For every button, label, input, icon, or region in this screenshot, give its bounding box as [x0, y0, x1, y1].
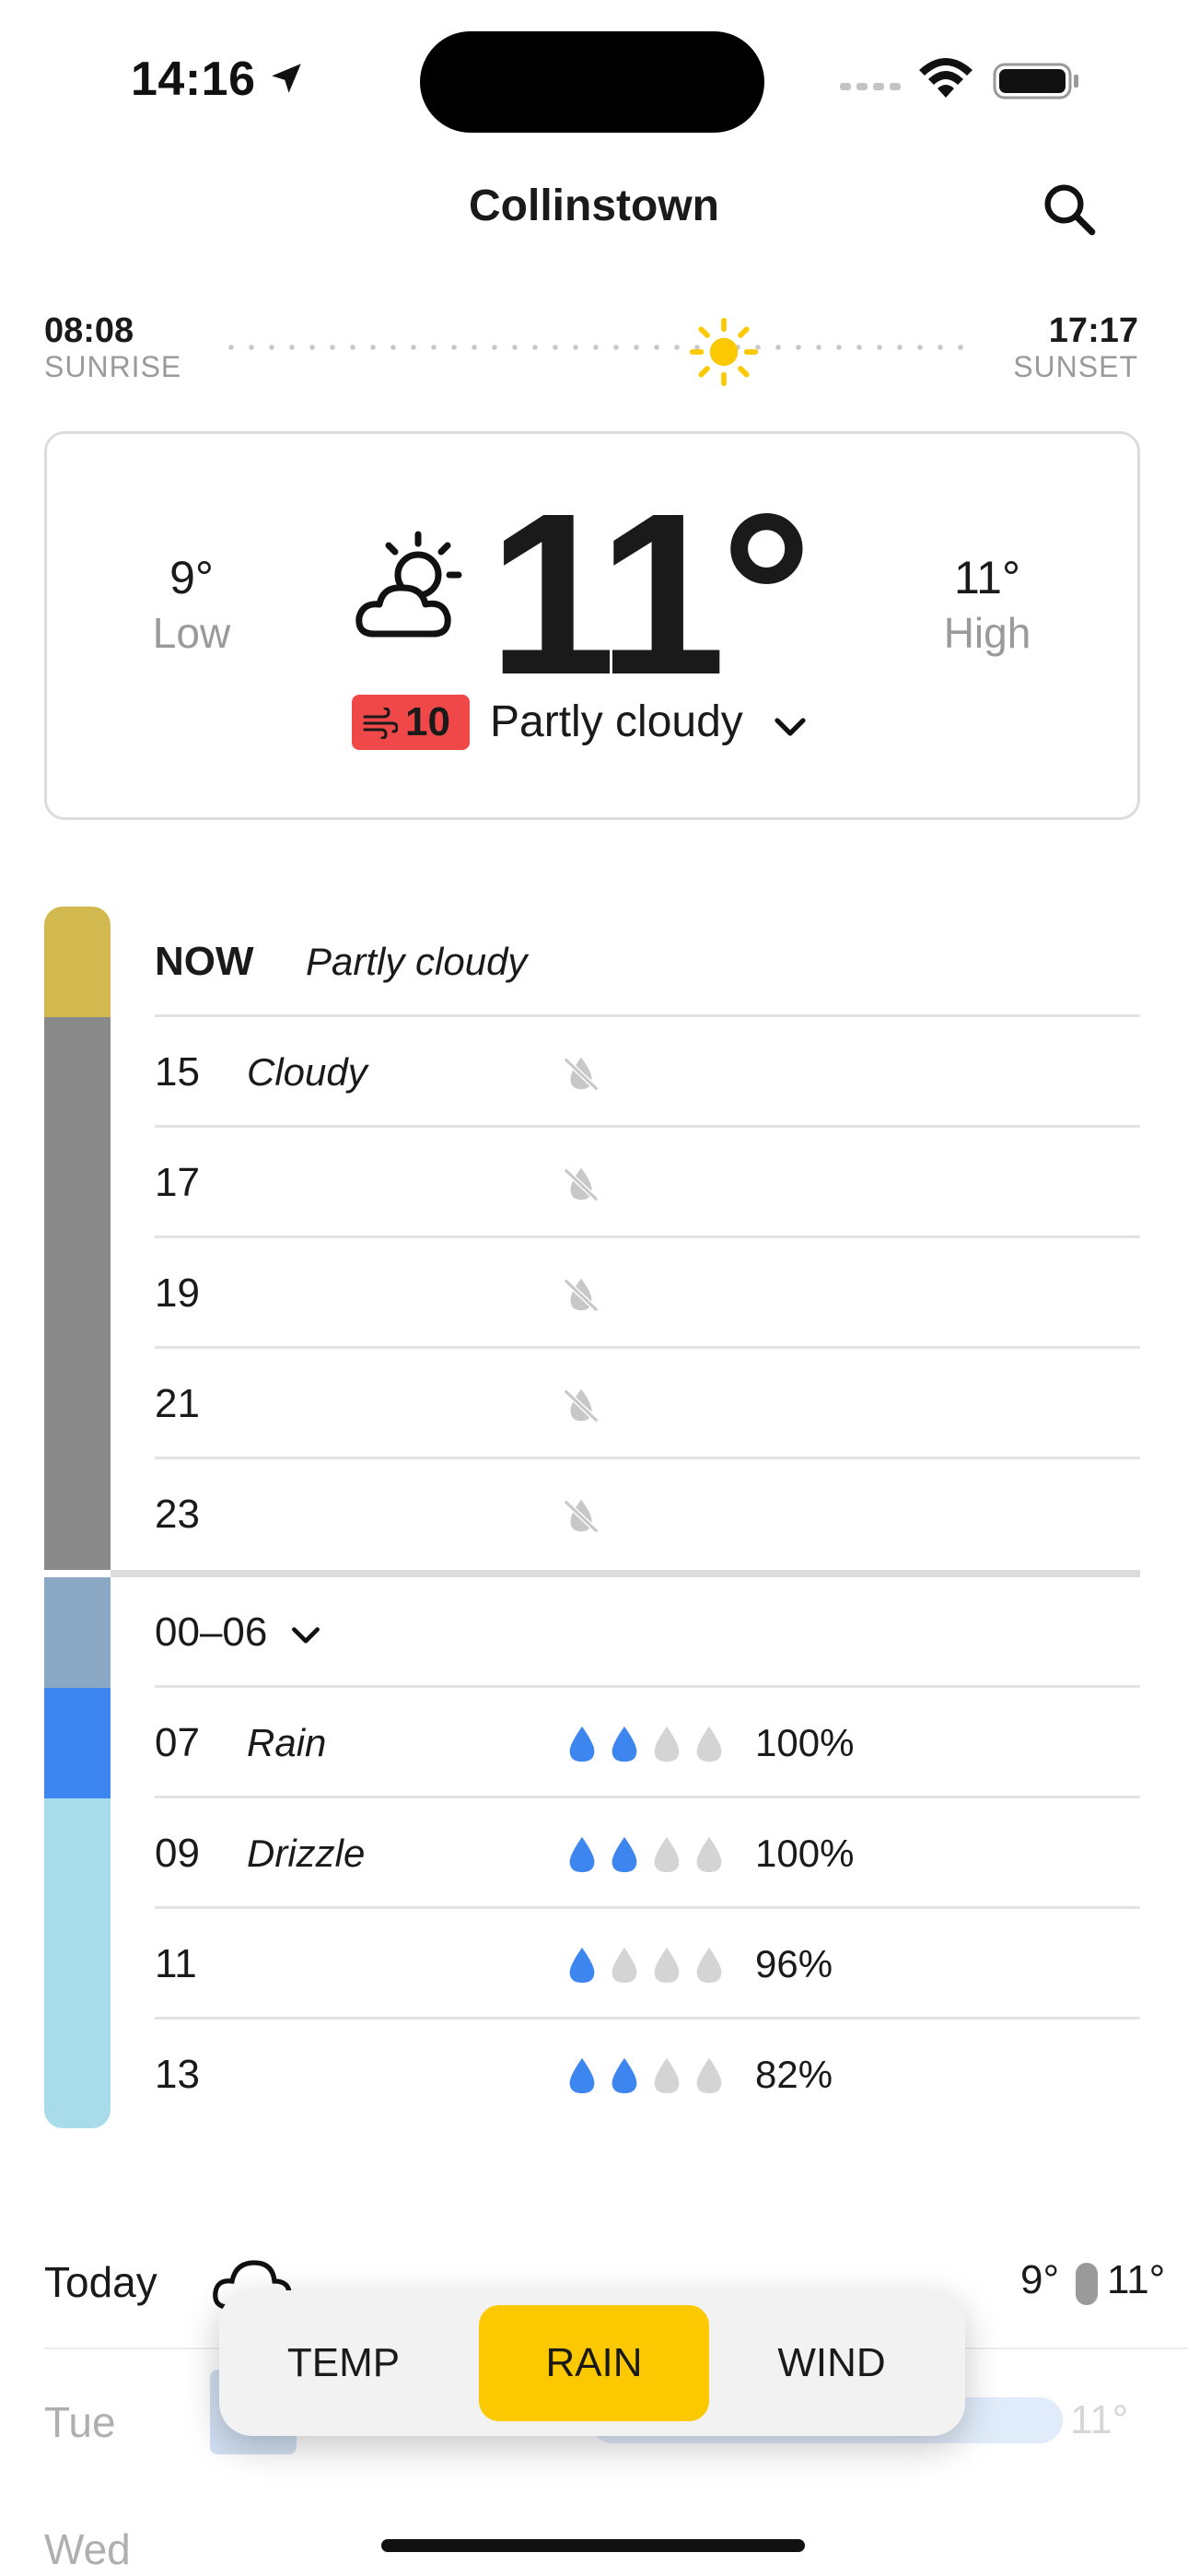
timeline-segment-cloudy [44, 1017, 111, 1570]
current-temperature: 11° [488, 465, 812, 722]
hourly-row[interactable]: 11 96% [155, 1909, 1140, 2020]
raindrop-empty-icon [696, 1726, 722, 1762]
sun-position-icon [689, 317, 759, 387]
high-temp-value: 11° [954, 552, 1020, 603]
hourly-row[interactable]: 15 Cloudy [155, 1017, 1140, 1128]
no-rain-icon [563, 1388, 600, 1423]
hourly-row[interactable]: 07 Rain 100% [155, 1688, 1140, 1798]
raindrop-filled-icon [611, 2057, 637, 2094]
daily-row-tue-label[interactable]: Tue [44, 2397, 116, 2447]
dynamic-island [420, 31, 764, 133]
hourly-row[interactable]: 13 82% [155, 2020, 1140, 2130]
low-temp-value: 9° [169, 552, 214, 603]
low-temp-label: Low [152, 609, 231, 657]
hourly-hour: NOW [155, 939, 254, 984]
home-indicator[interactable] [381, 2539, 805, 2552]
mode-wind-button[interactable]: WIND [716, 2305, 947, 2421]
rain-probability: 100% [755, 1721, 855, 1764]
sun-track [221, 345, 976, 350]
battery-icon [993, 63, 1078, 100]
no-rain-icon [563, 1499, 600, 1534]
rain-probability: 96% [755, 1942, 833, 1985]
raindrop-empty-icon [696, 1947, 722, 1984]
hourly-condition: Rain [247, 1721, 327, 1764]
hourly-hour: 17 [155, 1160, 200, 1205]
chevron-down-icon[interactable] [772, 708, 809, 744]
raindrop-filled-icon [611, 1836, 637, 1873]
no-rain-icon [563, 1057, 600, 1092]
raindrop-empty-icon [654, 1947, 680, 1984]
location-arrow-icon [272, 64, 301, 93]
sunrise-label: SUNRISE [44, 350, 182, 383]
raindrop-empty-icon [696, 1836, 722, 1873]
sunset-label: SUNSET [1013, 350, 1138, 383]
wind-speed-badge: 10 [352, 695, 470, 750]
daily-today-high: 11° [1107, 2257, 1166, 2302]
mode-temp-button[interactable]: TEMP [228, 2305, 459, 2421]
raindrop-empty-icon [611, 1947, 637, 1984]
partly-cloudy-icon [355, 531, 462, 638]
timeline-segment-now [44, 907, 111, 1017]
no-rain-icon [563, 1278, 600, 1313]
hourly-hour: 23 [155, 1492, 200, 1537]
daily-today-low: 9° [1020, 2257, 1060, 2302]
raindrop-filled-icon [569, 1726, 595, 1762]
raindrop-empty-icon [654, 2057, 680, 2094]
hourly-condition: Cloudy [247, 1050, 367, 1094]
raindrop-filled-icon [569, 1947, 595, 1984]
temp-range-bar [1076, 2263, 1098, 2305]
raindrop-empty-icon [654, 1836, 680, 1873]
rain-probability: 82% [755, 2053, 833, 2096]
raindrop-empty-icon [654, 1726, 680, 1762]
hourly-row[interactable]: 23 [155, 1459, 1140, 1570]
hourly-hour: 15 [155, 1049, 200, 1095]
hourly-hour: 19 [155, 1270, 200, 1316]
hourly-hour: 13 [155, 2052, 200, 2097]
hourly-row[interactable]: 21 [155, 1349, 1140, 1459]
cellular-signal-icon [840, 83, 901, 90]
daily-row-today-label[interactable]: Today [44, 2257, 157, 2307]
rain-intensity-drops [565, 1835, 735, 1876]
no-rain-icon [563, 1167, 600, 1202]
hourly-row[interactable]: 17 [155, 1128, 1140, 1238]
status-time: 14:16 [131, 53, 256, 106]
hourly-hour: 11 [155, 1941, 197, 1986]
mode-segmented-control: TEMP RAIN WIND [219, 2290, 965, 2436]
hourly-row[interactable]: 09 Drizzle 100% [155, 1798, 1140, 1909]
timeline-segment-rain [44, 1688, 111, 1798]
hourly-row[interactable]: 19 [155, 1238, 1140, 1349]
rain-probability: 100% [755, 1832, 855, 1875]
raindrop-filled-icon [569, 2057, 595, 2094]
rain-intensity-drops [565, 1946, 735, 1986]
hourly-hour: 21 [155, 1381, 200, 1426]
daily-row-wed-label[interactable]: Wed [44, 2524, 131, 2574]
hourly-hour: 09 [155, 1831, 200, 1876]
high-temp-label: High [943, 609, 1031, 657]
hourly-row-now[interactable]: NOW Partly cloudy [155, 907, 1140, 1017]
day-divider [111, 1570, 1140, 1577]
timeline-segment-drizzle [44, 1798, 111, 2128]
daily-tue-high: 11° [1070, 2397, 1129, 2442]
wind-icon [363, 708, 398, 739]
rain-intensity-drops [565, 2056, 735, 2097]
raindrop-empty-icon [696, 2057, 722, 2094]
hourly-condition: Partly cloudy [306, 940, 528, 983]
hourly-condition: Drizzle [247, 1832, 366, 1875]
chevron-down-icon [292, 1627, 320, 1644]
sunrise-time: 08:08 [44, 311, 134, 350]
hourly-group-label: 00–06 [155, 1610, 268, 1655]
timeline-segment-night [44, 1577, 111, 1688]
wifi-icon [919, 58, 973, 98]
current-condition[interactable]: Partly cloudy [490, 697, 743, 747]
sunset-time: 17:17 [1048, 311, 1138, 350]
rain-intensity-drops [565, 1725, 735, 1765]
wind-speed-value: 10 [405, 699, 450, 744]
hourly-hour: 07 [155, 1720, 200, 1765]
raindrop-filled-icon [611, 1726, 637, 1762]
raindrop-filled-icon [569, 1836, 595, 1873]
hourly-group-collapsed[interactable]: 00–06 [155, 1577, 1140, 1688]
city-title[interactable]: Collinstown [0, 181, 1188, 231]
search-icon[interactable] [1039, 179, 1100, 240]
mode-rain-button[interactable]: RAIN [479, 2305, 709, 2421]
